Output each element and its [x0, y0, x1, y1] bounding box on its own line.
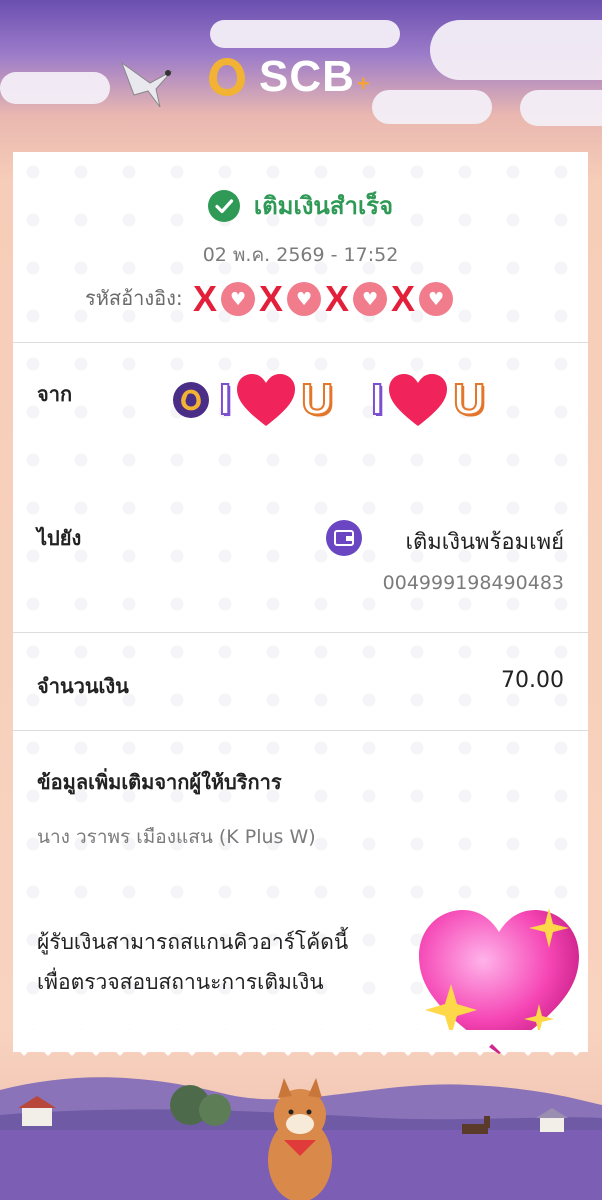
heart-icon: [389, 374, 448, 426]
brand-name: SCB: [259, 52, 355, 101]
qr-note: ผู้รับเงินสามารถสแกนคิวอาร์โค้ดนี้ เพื่อ…: [37, 922, 348, 1002]
sticker-heart-circle: ♥: [353, 282, 388, 316]
sticker-heart-circle: ♥: [287, 282, 322, 316]
divider: [13, 730, 588, 731]
success-check-icon: [207, 189, 240, 222]
sticker-heart-circle: ♥: [221, 282, 256, 316]
wallet-icon: [326, 520, 362, 556]
amount-value: 70.00: [501, 668, 564, 693]
status-text: เติมเงินสำเร็จ: [253, 192, 394, 220]
sticker-x: X: [193, 278, 218, 319]
sticker-letter-u: U: [452, 374, 486, 425]
sticker-letter-i: I: [370, 374, 384, 425]
reference-sticker: X ♥ X ♥ X ♥ X ♥: [191, 278, 455, 320]
sticker-x: X: [325, 278, 350, 319]
from-account: I U I U: [173, 372, 489, 428]
tree-icon: [170, 1085, 231, 1126]
qr-note-line2: เพื่อตรวจสอบสถานะการเติมเงิน: [37, 970, 324, 994]
i-love-u-sticker: I U I U: [215, 372, 489, 428]
to-label: ไปยัง: [37, 526, 82, 550]
sticker-letter-i: I: [218, 374, 232, 425]
scb-logo-icon: [209, 58, 245, 96]
heart-icon: [237, 374, 296, 426]
status-row: เติมเงินสำเร็จ: [13, 186, 588, 225]
divider: [13, 632, 588, 633]
app-header: SCB +: [0, 0, 602, 140]
qr-note-line1: ผู้รับเงินสามารถสแกนคิวอาร์โค้ดนี้: [37, 930, 349, 954]
brand-plus: +: [356, 71, 370, 96]
scb-bank-icon: [173, 382, 209, 418]
receipt-card: เติมเงินสำเร็จ 02 พ.ค. 2569 - 17:52 รหัส…: [13, 152, 588, 1054]
to-account-number: 004999198490483: [382, 572, 564, 594]
amount-label: จำนวนเงิน: [37, 674, 129, 698]
scb-logo: SCB +: [205, 52, 370, 102]
sticker-x: X: [391, 278, 416, 319]
bird-icon: [120, 61, 173, 108]
receipt-zigzag-edge: [13, 1030, 588, 1056]
sticker-heart-circle: ♥: [419, 282, 454, 316]
lavender-field-scene: [0, 1077, 602, 1200]
divider: [13, 342, 588, 343]
transaction-datetime: 02 พ.ค. 2569 - 17:52: [202, 244, 399, 266]
from-label: จาก: [37, 382, 73, 406]
sticker-x: X: [259, 278, 284, 319]
reference-label: รหัสอ้างอิง:: [85, 286, 183, 310]
sticker-letter-u: U: [300, 374, 334, 425]
provider-info-label: ข้อมูลเพิ่มเติมจากผู้ให้บริการ: [37, 770, 282, 794]
to-name: เติมเงินพร้อมเพย์: [405, 530, 564, 555]
provider-info-value: นาง วราพร เมืองแสน (K Plus W): [37, 826, 316, 848]
